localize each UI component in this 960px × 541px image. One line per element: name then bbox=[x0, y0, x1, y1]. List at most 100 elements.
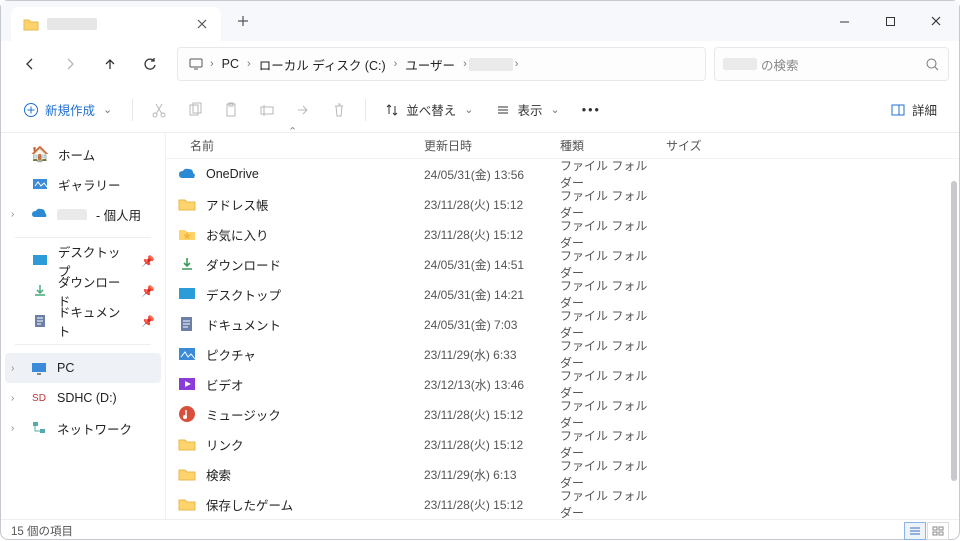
file-row[interactable]: ダウンロード24/05/31(金) 14:51ファイル フォルダー bbox=[166, 249, 959, 279]
file-row[interactable]: お気に入り23/11/28(火) 15:12ファイル フォルダー bbox=[166, 219, 959, 249]
download-icon bbox=[31, 282, 49, 300]
column-header-type[interactable]: 種類 bbox=[548, 137, 654, 154]
file-row[interactable]: ドキュメント24/05/31(金) 7:03ファイル フォルダー bbox=[166, 309, 959, 339]
maximize-icon bbox=[885, 16, 896, 27]
file-type: ファイル フォルダー bbox=[548, 457, 654, 491]
column-header-size[interactable]: サイズ bbox=[654, 137, 724, 154]
share-button[interactable] bbox=[287, 96, 319, 124]
separator bbox=[365, 99, 366, 121]
more-button[interactable]: ••• bbox=[574, 97, 609, 123]
chevron-right-icon: › bbox=[208, 58, 216, 70]
breadcrumb-drive[interactable]: ローカル ディスク (C:) bbox=[253, 51, 392, 78]
paste-button[interactable] bbox=[215, 96, 247, 124]
active-tab[interactable]: ████ bbox=[11, 7, 221, 41]
chevron-right-icon: › bbox=[11, 423, 21, 434]
sidebar-item-documents[interactable]: ドキュメント📌 bbox=[5, 306, 161, 336]
forward-button[interactable] bbox=[51, 46, 89, 82]
file-row[interactable]: ビデオ23/12/13(水) 13:46ファイル フォルダー bbox=[166, 369, 959, 399]
close-icon bbox=[197, 19, 207, 29]
copy-icon bbox=[187, 102, 203, 118]
view-button[interactable]: 表示 ⌄ bbox=[487, 94, 569, 125]
trash-icon bbox=[331, 102, 347, 118]
sidebar-item-network[interactable]: ›ネットワーク bbox=[5, 413, 161, 443]
cut-button[interactable] bbox=[143, 96, 175, 124]
chevron-down-icon: ⌄ bbox=[462, 103, 475, 116]
column-headers: 名前 更新日時 種類 サイズ bbox=[166, 133, 959, 159]
chevron-right-icon: › bbox=[11, 393, 21, 404]
delete-button[interactable] bbox=[323, 96, 355, 124]
sidebar-label: SDHC (D:) bbox=[57, 391, 117, 405]
chevron-down-icon: ⌄ bbox=[101, 103, 114, 116]
file-row[interactable]: リンク23/11/28(火) 15:12ファイル フォルダー bbox=[166, 429, 959, 459]
file-list-pane: ⌃ 名前 更新日時 種類 サイズ OneDrive24/05/31(金) 13:… bbox=[166, 133, 959, 519]
sort-button[interactable]: 並べ替え ⌄ bbox=[376, 94, 483, 125]
minimize-button[interactable] bbox=[821, 1, 867, 41]
vertical-scrollbar[interactable] bbox=[951, 181, 957, 481]
breadcrumb-user[interactable] bbox=[469, 58, 513, 71]
file-name: お気に入り bbox=[206, 225, 269, 244]
address-bar: › PC › ローカル ディスク (C:) › ユーザー › › の検索 bbox=[1, 41, 959, 87]
status-bar: 15 個の項目 bbox=[1, 519, 959, 541]
refresh-button[interactable] bbox=[131, 46, 169, 82]
file-date: 23/12/13(水) 13:46 bbox=[412, 376, 548, 393]
file-date: 23/11/28(火) 15:12 bbox=[412, 406, 548, 423]
arrow-right-icon bbox=[62, 56, 78, 72]
arrow-left-icon bbox=[22, 56, 38, 72]
collapse-group-icon[interactable]: ⌃ bbox=[288, 125, 297, 138]
file-row[interactable]: 検索23/11/29(水) 6:13ファイル フォルダー bbox=[166, 459, 959, 489]
rename-button[interactable] bbox=[251, 96, 283, 124]
close-button[interactable] bbox=[913, 1, 959, 41]
onedrive-icon bbox=[178, 165, 196, 183]
file-type: ファイル フォルダー bbox=[548, 277, 654, 311]
file-row[interactable]: ミュージック23/11/28(火) 15:12ファイル フォルダー bbox=[166, 399, 959, 429]
sidebar-item-pc[interactable]: ›PC bbox=[5, 353, 161, 383]
column-header-date[interactable]: 更新日時 bbox=[412, 137, 548, 154]
separator bbox=[15, 237, 151, 238]
search-input[interactable]: の検索 bbox=[714, 47, 949, 81]
sidebar-item-gallery[interactable]: ギャラリー bbox=[5, 169, 161, 199]
file-row[interactable]: 保存したゲーム23/11/28(火) 15:12ファイル フォルダー bbox=[166, 489, 959, 519]
search-icon bbox=[925, 57, 940, 72]
home-icon: 🏠 bbox=[31, 145, 49, 163]
details-icon bbox=[890, 102, 906, 118]
file-row[interactable]: デスクトップ24/05/31(金) 14:21ファイル フォルダー bbox=[166, 279, 959, 309]
file-type: ファイル フォルダー bbox=[548, 427, 654, 461]
sort-icon bbox=[384, 102, 400, 118]
file-row[interactable]: ピクチャ23/11/29(水) 6:33ファイル フォルダー bbox=[166, 339, 959, 369]
tab-close-button[interactable] bbox=[193, 15, 211, 33]
rename-icon bbox=[259, 102, 275, 118]
chevron-down-icon: ⌄ bbox=[548, 103, 561, 116]
folder-icon bbox=[178, 195, 196, 213]
breadcrumb-users[interactable]: ユーザー bbox=[399, 51, 461, 78]
breadcrumb-pc[interactable]: PC bbox=[216, 53, 245, 75]
maximize-button[interactable] bbox=[867, 1, 913, 41]
sort-label: 並べ替え bbox=[406, 100, 456, 119]
file-row[interactable]: OneDrive24/05/31(金) 13:56ファイル フォルダー bbox=[166, 159, 959, 189]
sidebar-item-sdhc[interactable]: ›SDSDHC (D:) bbox=[5, 383, 161, 413]
new-tab-button[interactable] bbox=[229, 7, 257, 35]
separator bbox=[132, 99, 133, 121]
sidebar-item-onedrive[interactable]: › - 個人用 bbox=[5, 199, 161, 229]
new-button[interactable]: 新規作成 ⌄ bbox=[15, 94, 122, 125]
sidebar-item-home[interactable]: 🏠ホーム bbox=[5, 139, 161, 169]
refresh-icon bbox=[142, 56, 158, 72]
copy-button[interactable] bbox=[179, 96, 211, 124]
column-header-name[interactable]: 名前 bbox=[166, 137, 412, 154]
back-button[interactable] bbox=[11, 46, 49, 82]
file-type: ファイル フォルダー bbox=[548, 247, 654, 281]
details-pane-button[interactable]: 詳細 bbox=[882, 94, 945, 125]
file-date: 24/05/31(金) 14:51 bbox=[412, 256, 548, 273]
file-type: ファイル フォルダー bbox=[548, 307, 654, 341]
details-view-button[interactable] bbox=[904, 522, 926, 540]
toolbar: 新規作成 ⌄ 並べ替え ⌄ 表示 ⌄ ••• 詳細 bbox=[1, 87, 959, 133]
document-icon bbox=[178, 315, 196, 333]
breadcrumb[interactable]: › PC › ローカル ディスク (C:) › ユーザー › › bbox=[177, 47, 706, 81]
file-type: ファイル フォルダー bbox=[548, 397, 654, 431]
icons-view-button[interactable] bbox=[927, 522, 949, 540]
up-button[interactable] bbox=[91, 46, 129, 82]
file-date: 24/05/31(金) 7:03 bbox=[412, 316, 548, 333]
chevron-right-icon: › bbox=[513, 58, 521, 70]
plus-icon bbox=[237, 15, 249, 27]
music-icon bbox=[178, 405, 196, 423]
file-row[interactable]: アドレス帳23/11/28(火) 15:12ファイル フォルダー bbox=[166, 189, 959, 219]
